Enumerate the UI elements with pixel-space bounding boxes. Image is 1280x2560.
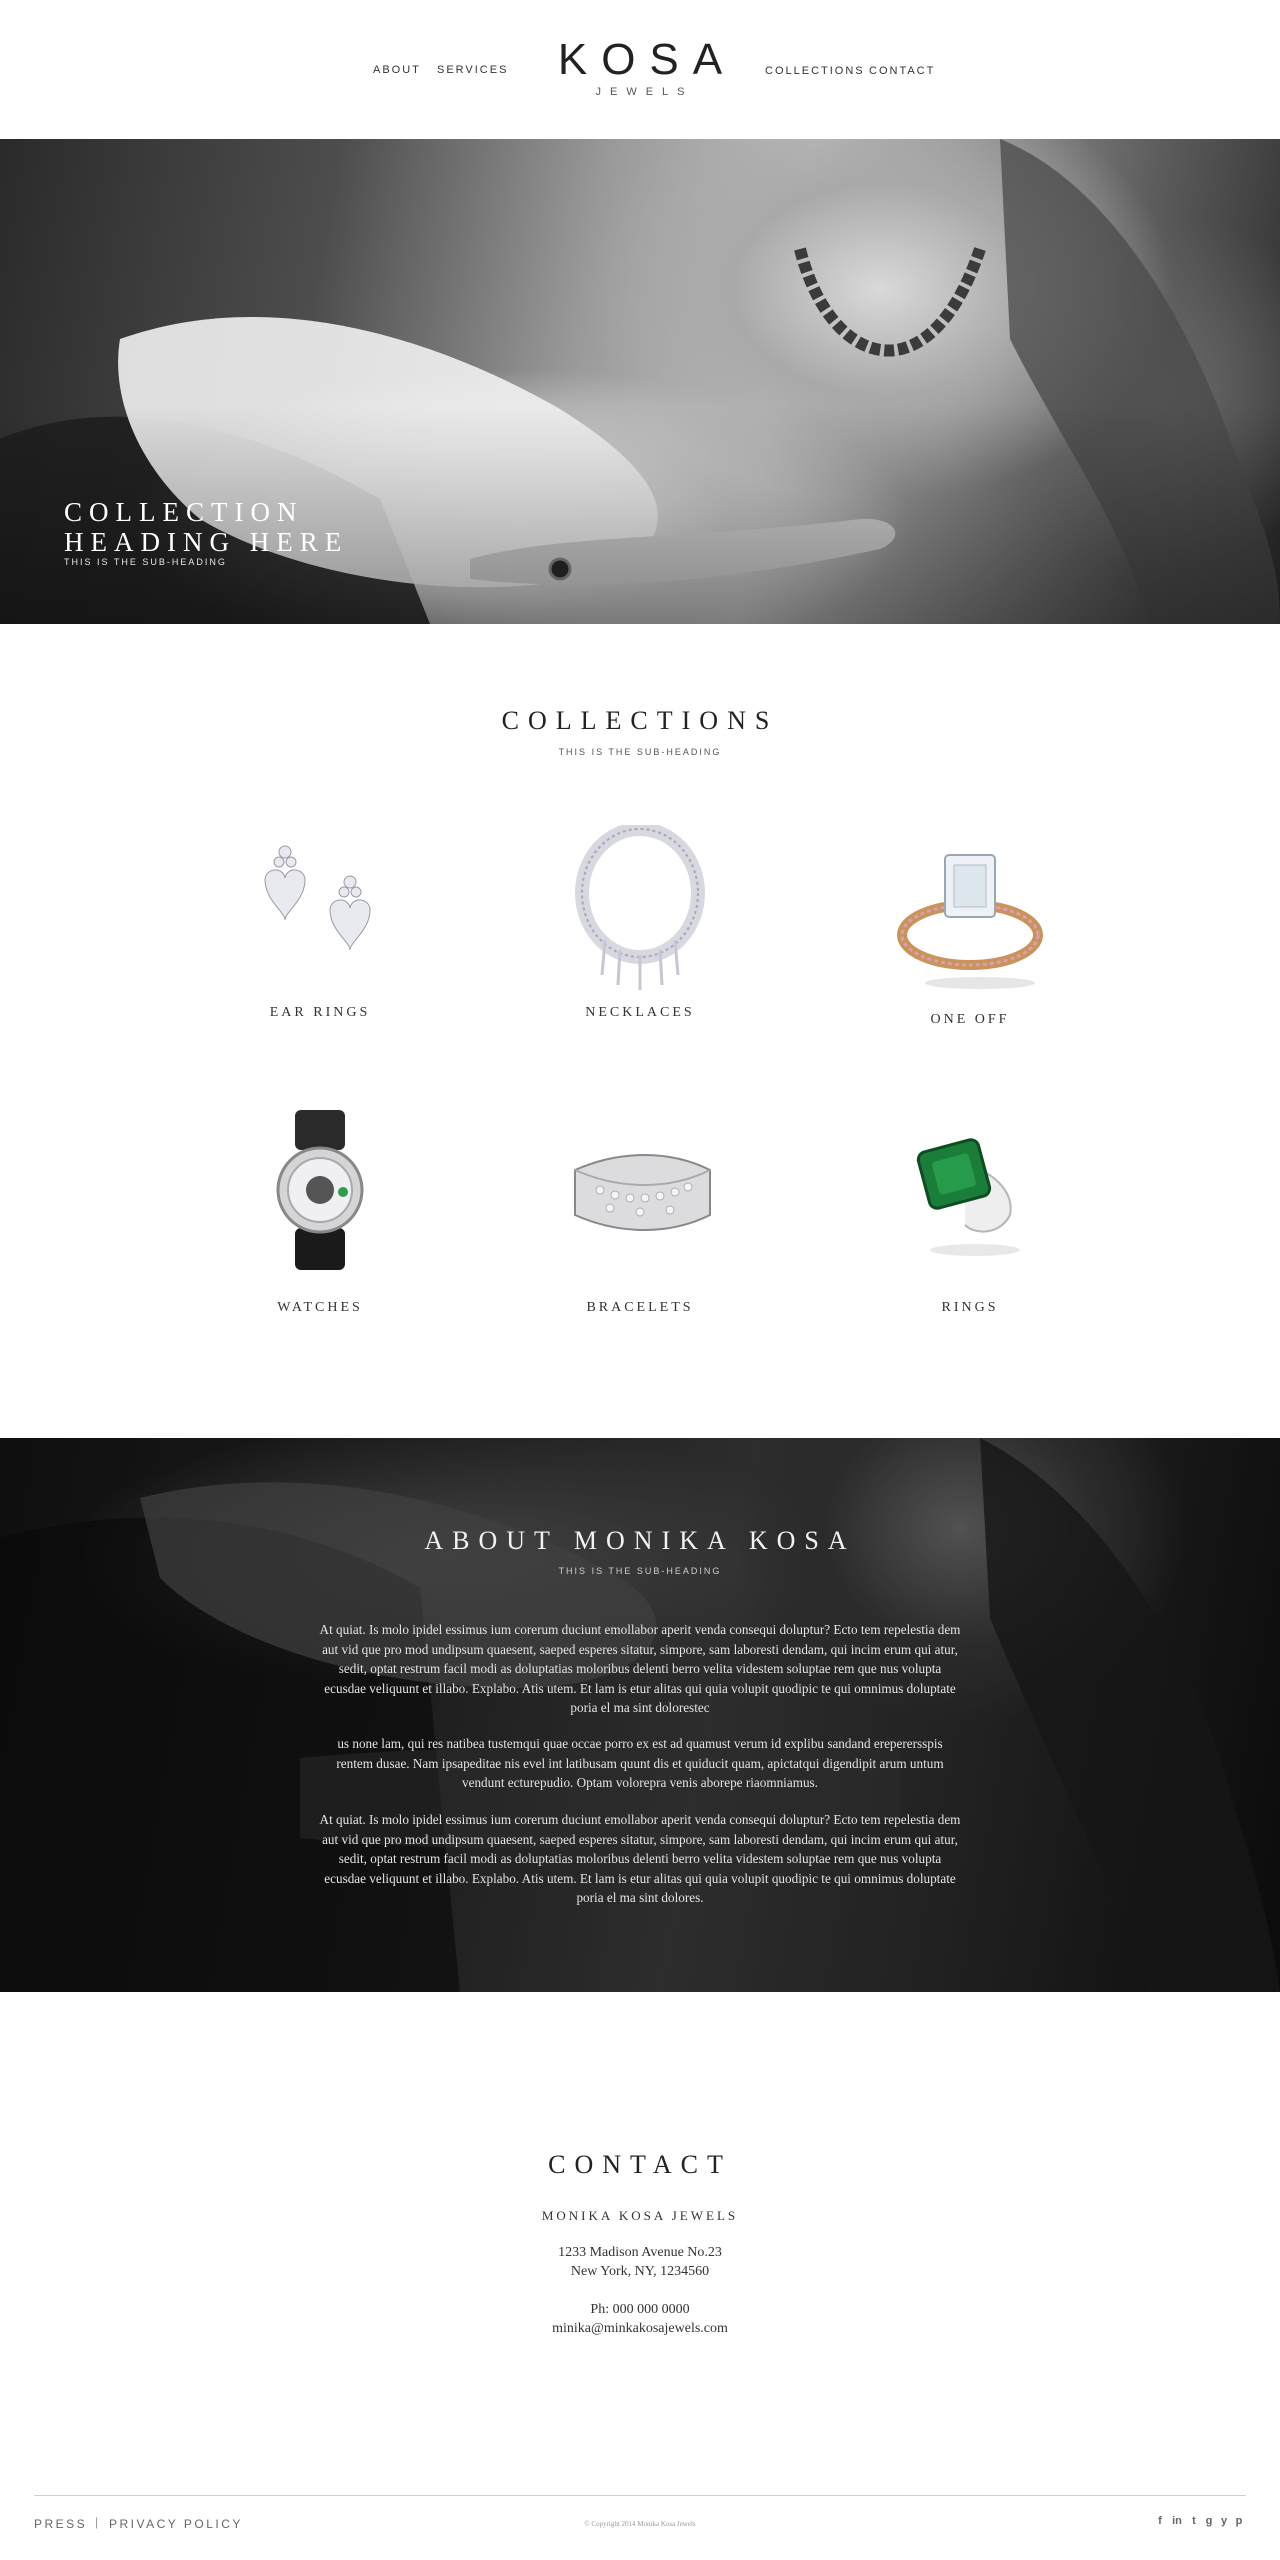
- item-label: ONE OFF: [930, 1012, 1010, 1027]
- item-label: NECKLACES: [585, 1005, 695, 1020]
- about-paragraph: At quiat. Is molo ipidel essimus ium cor…: [319, 1812, 961, 1905]
- necklace-image: [575, 825, 705, 990]
- hero-title: COLLECTION HEADING HERE: [64, 497, 349, 557]
- emerald-ring-image: [916, 1138, 1020, 1256]
- hero-subheading: THIS IS THE SUB-HEADING: [64, 557, 227, 567]
- social-links: f in t g y p: [1155, 2515, 1244, 2527]
- contact-email[interactable]: minika@minkakosajewels.com: [0, 2321, 1280, 2337]
- logo-wordmark: KOSA: [557, 35, 737, 84]
- tumblr-icon[interactable]: t: [1189, 2515, 1199, 2527]
- logo[interactable]: KOSA JEWELS: [540, 35, 740, 99]
- earrings-image: [264, 845, 371, 951]
- nav-contact[interactable]: CONTACT: [869, 65, 935, 77]
- nav-collections[interactable]: COLLECTIONS: [765, 65, 865, 77]
- bracelet-image: [574, 1154, 711, 1231]
- collections-title: COLLECTIONS: [501, 706, 779, 735]
- nav-about[interactable]: ABOUT: [373, 64, 421, 76]
- item-label: WATCHES: [277, 1300, 363, 1315]
- google-plus-icon[interactable]: g: [1204, 2515, 1214, 2527]
- about-title: ABOUT MONIKA KOSA: [424, 1526, 856, 1555]
- contact-address-line2: New York, NY, 1234560: [570, 2264, 710, 2279]
- collection-item-necklaces[interactable]: NECKLACES: [520, 820, 760, 1030]
- collection-item-earrings[interactable]: EAR RINGS: [200, 830, 440, 1030]
- twitter-icon[interactable]: y: [1219, 2515, 1229, 2527]
- collection-item-watches[interactable]: WATCHES: [200, 1105, 440, 1320]
- about-paragraph: At quiat. Is molo ipidel essimus ium cor…: [319, 1622, 961, 1715]
- about-paragraph: us none lam, qui res natibea tustemqui q…: [336, 1736, 944, 1790]
- watch-image: [276, 1110, 364, 1270]
- linkedin-icon[interactable]: in: [1170, 2515, 1184, 2527]
- collection-item-rings[interactable]: RINGS: [850, 1120, 1090, 1320]
- item-label: RINGS: [941, 1300, 999, 1315]
- contact-phone: Ph: 000 000 0000: [590, 2302, 690, 2317]
- facebook-icon[interactable]: f: [1155, 2515, 1165, 2527]
- item-label: BRACELETS: [586, 1300, 694, 1315]
- collection-item-bracelets[interactable]: BRACELETS: [520, 1130, 760, 1320]
- copyright-text: © Copyright 2014 Monika Kosa Jewels: [584, 2520, 696, 2528]
- footer-divider: [34, 2495, 1246, 2496]
- contact-title: CONTACT: [548, 2150, 732, 2179]
- nav-services[interactable]: SERVICES: [437, 64, 508, 76]
- collection-item-one-off[interactable]: ONE OFF: [850, 835, 1090, 1035]
- pinterest-icon[interactable]: p: [1234, 2515, 1244, 2527]
- about-subheading: THIS IS THE SUB-HEADING: [558, 1566, 722, 1576]
- contact-address-line1: 1233 Madison Avenue No.23: [558, 2245, 722, 2260]
- about-section: ABOUT MONIKA KOSA THIS IS THE SUB-HEADIN…: [0, 1438, 1280, 1992]
- diamond-ring-image: [897, 854, 1043, 989]
- item-label: EAR RINGS: [269, 1005, 371, 1020]
- site-header: ABOUT SERVICES KOSA JEWELS COLLECTIONS C…: [0, 0, 1280, 139]
- hero-banner: COLLECTION HEADING HERE THIS IS THE SUB-…: [0, 139, 1280, 624]
- contact-company: MONIKA KOSA JEWELS: [541, 2208, 739, 2223]
- collections-subheading: THIS IS THE SUB-HEADING: [558, 747, 722, 757]
- logo-tagline: JEWELS: [595, 86, 694, 98]
